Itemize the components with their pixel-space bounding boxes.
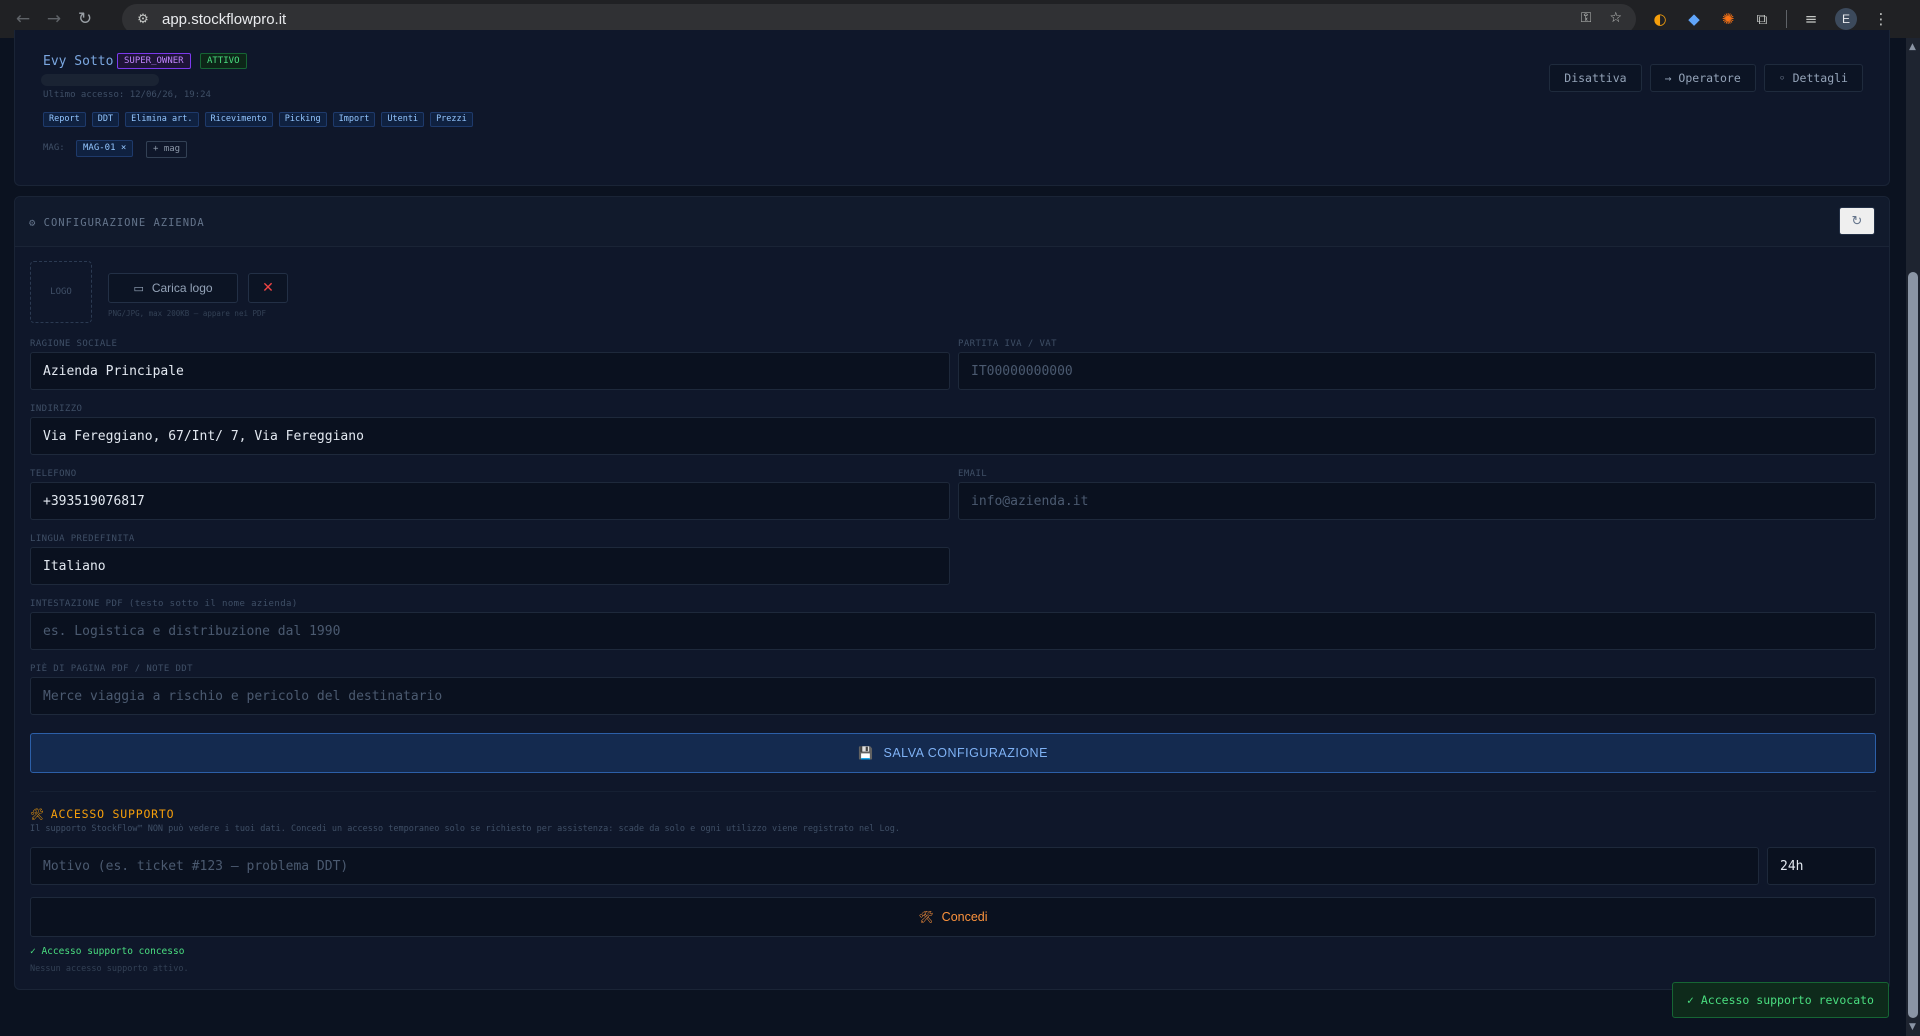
permission-list: Report DDT Elimina art. Ricevimento Pick… bbox=[43, 112, 473, 127]
upload-icon: ▭ bbox=[133, 281, 144, 295]
tools-icon: 🛠 bbox=[918, 910, 934, 924]
company-name-input[interactable]: Azienda Principale bbox=[30, 352, 950, 390]
user-card: Evy Sotto SUPER_OWNER ATTIVO Ultimo acce… bbox=[14, 30, 1890, 186]
scroll-down-icon[interactable]: ▼ bbox=[1909, 1022, 1917, 1032]
support-title-text: ACCESSO SUPPORTO bbox=[50, 807, 175, 821]
user-name: Evy Sotto bbox=[43, 54, 114, 69]
support-title: 🛠 ACCESSO SUPPORTO bbox=[30, 807, 174, 821]
scroll-up-icon[interactable]: ▲ bbox=[1909, 42, 1917, 52]
email-label: EMAIL bbox=[958, 469, 988, 479]
support-duration-select[interactable]: 24h bbox=[1767, 847, 1876, 885]
set-operator-button[interactable]: → Operatore bbox=[1649, 64, 1756, 92]
config-title: ⚙ CONFIGURAZIONE AZIENDA bbox=[29, 217, 205, 229]
permission-chip[interactable]: Elimina art. bbox=[125, 112, 199, 127]
toolbar-separator bbox=[1786, 10, 1787, 28]
details-button[interactable]: ◦ Dettagli bbox=[1763, 64, 1863, 92]
save-config-label: SALVA CONFIGURAZIONE bbox=[883, 746, 1048, 760]
star-icon[interactable]: ☆ bbox=[1609, 10, 1622, 26]
extension-1-icon[interactable]: ◐ bbox=[1650, 9, 1670, 29]
permission-chip[interactable]: Report bbox=[43, 112, 86, 127]
warehouse-label: MAG: bbox=[43, 143, 65, 153]
tools-icon: 🛠 bbox=[30, 807, 45, 821]
address-label: INDIRIZZO bbox=[30, 404, 83, 414]
grant-access-button[interactable]: 🛠 Concedi bbox=[30, 897, 1876, 937]
vat-label: PARTITA IVA / VAT bbox=[958, 339, 1057, 349]
phone-input[interactable]: +393519076817 bbox=[30, 482, 950, 520]
language-label: LINGUA PREDEFINITA bbox=[30, 534, 135, 544]
permission-chip[interactable]: Import bbox=[332, 112, 376, 127]
upload-logo-button[interactable]: ▭ Carica logo bbox=[108, 273, 238, 303]
save-config-button[interactable]: 💾 SALVA CONFIGURAZIONE bbox=[30, 733, 1876, 773]
url-text[interactable]: app.stockflowpro.it bbox=[162, 11, 286, 28]
company-config-card: ⚙ CONFIGURAZIONE AZIENDA ↻ LOGO ▭ Carica… bbox=[14, 196, 1890, 990]
add-warehouse-button[interactable]: + mag bbox=[146, 141, 188, 158]
extension-3-icon[interactable]: ✺ bbox=[1718, 9, 1738, 29]
support-reason-input[interactable]: Motivo (es. ticket #123 — problema DDT) bbox=[30, 847, 1759, 885]
permission-chip[interactable]: Ricevimento bbox=[204, 112, 273, 127]
grant-access-label: Concedi bbox=[941, 910, 988, 924]
role-badge: SUPER_OWNER bbox=[117, 53, 191, 69]
media-icon[interactable]: ≡ bbox=[1801, 9, 1821, 29]
redacted-email bbox=[41, 74, 159, 86]
remove-logo-button[interactable]: ✕ bbox=[248, 273, 288, 303]
section-divider bbox=[30, 791, 1876, 792]
email-input[interactable]: info@azienda.it bbox=[958, 482, 1876, 520]
extension-2-icon[interactable]: ◆ bbox=[1684, 9, 1704, 29]
logo-preview[interactable]: LOGO bbox=[30, 261, 92, 323]
status-badge: ATTIVO bbox=[200, 53, 247, 69]
refresh-icon[interactable]: ↻ bbox=[1839, 207, 1875, 235]
vat-input[interactable]: IT00000000000 bbox=[958, 352, 1876, 390]
last-access: Ultimo accesso: 12/06/26, 19:24 bbox=[43, 90, 211, 100]
upload-logo-label: Carica logo bbox=[151, 281, 213, 295]
reload-icon[interactable]: ↻ bbox=[74, 8, 96, 30]
access-granted-message: ✓ Accesso supporto concesso bbox=[30, 946, 185, 957]
menu-icon[interactable]: ⋮ bbox=[1871, 9, 1891, 29]
logo-hint: PNG/JPG, max 200KB — appare nei PDF bbox=[108, 309, 267, 318]
pdf-footer-input[interactable]: Merce viaggia a rischio e pericolo del d… bbox=[30, 677, 1876, 715]
site-info-icon[interactable]: ⚙ bbox=[134, 10, 152, 28]
back-arrow-icon[interactable]: ← bbox=[12, 8, 34, 30]
profile-avatar[interactable]: E bbox=[1835, 8, 1857, 30]
company-name-label: RAGIONE SOCIALE bbox=[30, 339, 118, 349]
forward-arrow-icon[interactable]: → bbox=[43, 8, 65, 30]
deactivate-button[interactable]: Disattiva bbox=[1549, 64, 1642, 92]
no-active-access-text: Nessun accesso supporto attivo. bbox=[30, 964, 189, 974]
address-input[interactable]: Via Fereggiano, 67/Int/ 7, Via Fereggian… bbox=[30, 417, 1876, 455]
pdf-header-input[interactable]: es. Logistica e distribuzione dal 1990 bbox=[30, 612, 1876, 650]
language-select[interactable]: Italiano bbox=[30, 547, 950, 585]
floppy-disk-icon: 💾 bbox=[858, 746, 874, 760]
warehouse-chip[interactable]: MAG-01 × bbox=[76, 140, 134, 157]
support-description: Il supporto StockFlow™ NON può vedere i … bbox=[30, 824, 900, 834]
pdf-footer-label: PIÈ DI PAGINA PDF / NOTE DDT bbox=[30, 664, 193, 674]
puzzle-icon[interactable]: ⧉ bbox=[1752, 9, 1772, 29]
config-header: ⚙ CONFIGURAZIONE AZIENDA ↻ bbox=[15, 197, 1889, 247]
permission-chip[interactable]: Utenti bbox=[381, 112, 425, 127]
toast-notification[interactable]: ✓ Accesso supporto revocato bbox=[1672, 982, 1889, 1018]
key-icon[interactable]: ⚿ bbox=[1581, 10, 1592, 26]
permission-chip[interactable]: Prezzi bbox=[430, 112, 473, 127]
permission-chip[interactable]: Picking bbox=[278, 112, 327, 127]
permission-chip[interactable]: DDT bbox=[91, 112, 120, 127]
pdf-header-label: INTESTAZIONE PDF (testo sotto il nome az… bbox=[30, 599, 298, 609]
scroll-thumb[interactable] bbox=[1908, 272, 1918, 1018]
phone-label: TELEFONO bbox=[30, 469, 77, 479]
